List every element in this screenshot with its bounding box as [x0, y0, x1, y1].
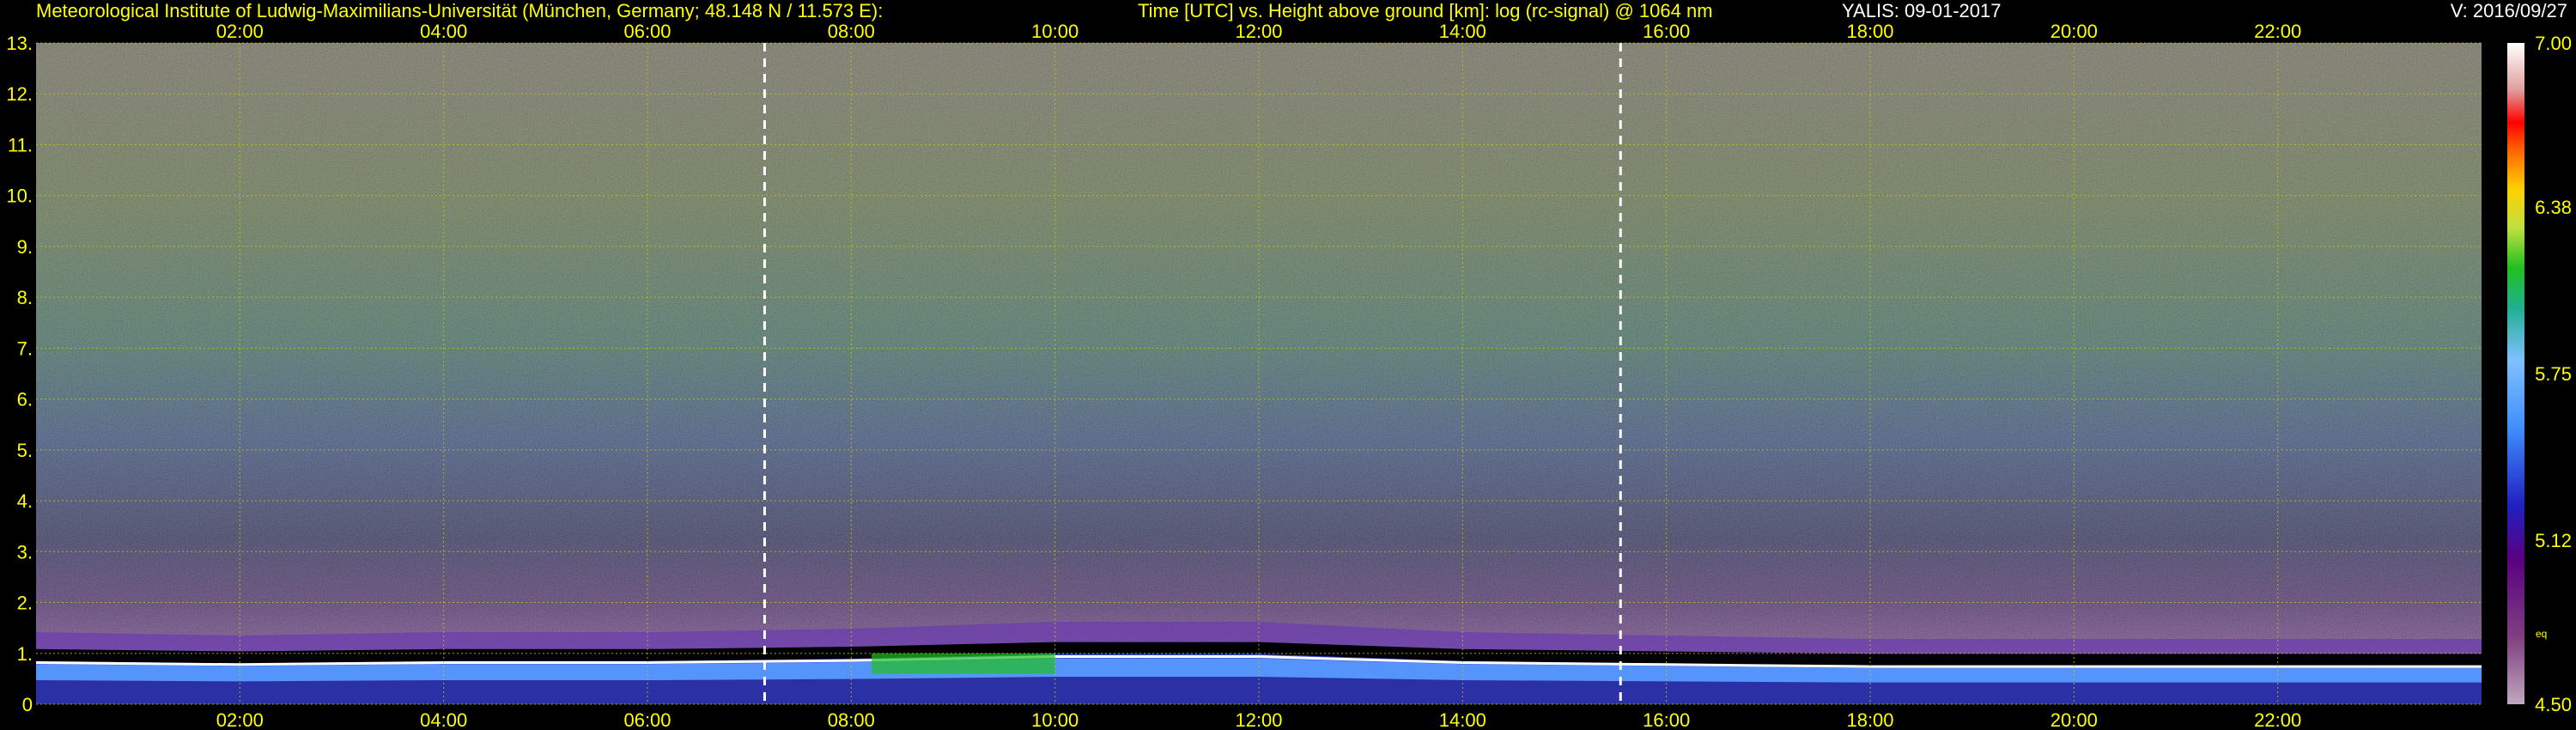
x-tick-label-top: 20:00 — [2050, 21, 2098, 42]
y-tick-label: 8. — [17, 287, 33, 308]
y-tick-label: 5. — [17, 440, 33, 461]
x-tick-label-top: 16:00 — [1643, 21, 1690, 42]
colorbar-tick-label: 4.50 — [2535, 694, 2572, 715]
x-tick-label-bottom: 04:00 — [420, 709, 467, 730]
green-layer — [872, 653, 1055, 674]
x-tick-label-top: 04:00 — [420, 21, 467, 42]
x-tick-label-bottom: 02:00 — [216, 709, 264, 730]
x-tick-label-bottom: 20:00 — [2050, 709, 2098, 730]
y-tick-label: 9. — [17, 236, 33, 258]
lidar-plot: Meteorological Institute of Ludwig-Maxim… — [6, 0, 2572, 730]
x-tick-label-top: 18:00 — [1846, 21, 1893, 42]
x-tick-label-top: 08:00 — [828, 21, 875, 42]
x-tick-label-top: 10:00 — [1031, 21, 1078, 42]
x-tick-label-bottom: 12:00 — [1235, 709, 1282, 730]
y-tick-label: 4. — [17, 490, 33, 512]
x-tick-label-top: 22:00 — [2254, 21, 2301, 42]
x-tick-label-top: 12:00 — [1235, 21, 1282, 42]
x-tick-label-bottom: 08:00 — [828, 709, 875, 730]
y-tick-label: 6. — [17, 389, 33, 411]
x-tick-label-top: 06:00 — [623, 21, 671, 42]
colorbar-tick-label: 6.38 — [2535, 197, 2572, 218]
y-tick-label: 0 — [22, 694, 33, 715]
x-tick-label-bottom: 14:00 — [1439, 709, 1486, 730]
x-tick-label-bottom: 16:00 — [1643, 709, 1690, 730]
colorbar-tick-label: 5.12 — [2535, 530, 2572, 551]
colorbar-tick-label: 5.75 — [2535, 363, 2572, 385]
colorbar-tick-label: 7.00 — [2535, 33, 2572, 54]
y-tick-label: 1. — [17, 643, 33, 665]
x-tick-label-bottom: 18:00 — [1846, 709, 1893, 730]
y-tick-label: 3. — [17, 541, 33, 563]
x-tick-label-bottom: 06:00 — [623, 709, 671, 730]
header-version: V: 2016/09/27 — [2451, 0, 2567, 21]
y-tick-label: 13. — [6, 33, 33, 54]
plot-area — [35, 42, 2482, 705]
x-tick-label-bottom: 10:00 — [1031, 709, 1078, 730]
colorbar-note: eq — [2536, 628, 2547, 640]
header-institute: Meteorological Institute of Ludwig-Maxim… — [36, 0, 883, 21]
x-tick-label-top: 14:00 — [1439, 21, 1486, 42]
x-tick-label-top: 02:00 — [216, 21, 264, 42]
y-tick-label: 2. — [17, 593, 33, 614]
colorbar — [2507, 43, 2524, 704]
header-description: Time [UTC] vs. Height above ground [km]:… — [1138, 0, 1713, 21]
y-tick-label: 10. — [6, 186, 33, 207]
x-tick-label-bottom: 22:00 — [2254, 709, 2301, 730]
y-tick-label: 11. — [8, 134, 33, 155]
y-tick-label: 7. — [17, 338, 33, 359]
header-instrument-date: YALIS: 09-01-2017 — [1842, 0, 2002, 21]
y-tick-label: 12. — [6, 83, 33, 105]
